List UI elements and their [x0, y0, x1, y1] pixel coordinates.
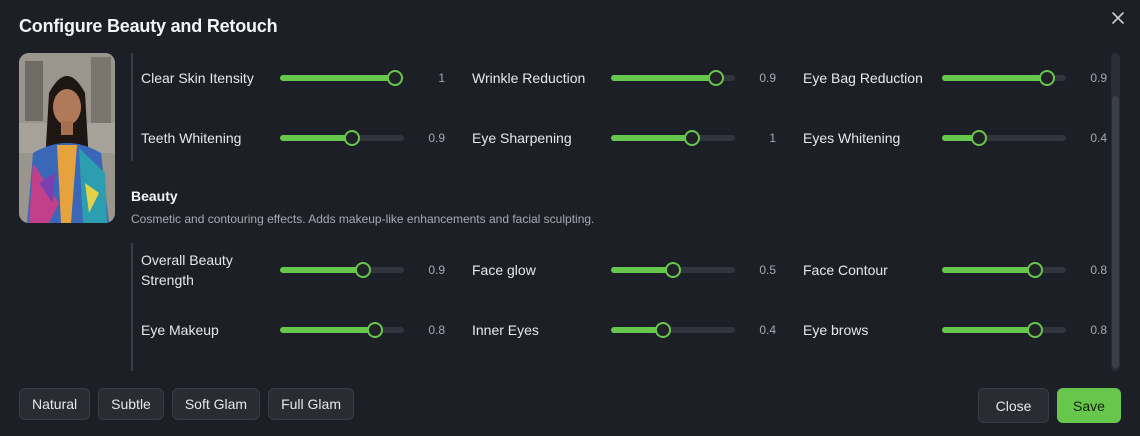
slider-fill [611, 135, 692, 141]
slider-thumb[interactable] [355, 262, 372, 278]
slider-control-eye-bag-reduction: Eye Bag Reduction 0.9 [803, 58, 1107, 98]
slider-thumb[interactable] [343, 130, 360, 146]
slider-track[interactable] [611, 130, 735, 146]
slider-thumb[interactable] [387, 70, 404, 86]
slider-fill [280, 135, 352, 141]
slider-thumb[interactable] [971, 130, 988, 146]
slider-fill [611, 75, 717, 81]
slider-thumb[interactable] [1039, 70, 1056, 86]
slider-label: Inner Eyes [472, 322, 539, 338]
preset-buttons: Natural Subtle Soft Glam Full Glam [19, 388, 354, 420]
slider-fill [942, 327, 1035, 333]
slider-value: 0.9 [759, 71, 776, 85]
close-button[interactable]: Close [978, 388, 1049, 423]
slider-label: Eye Bag Reduction [803, 70, 923, 86]
slider-value: 0.9 [1090, 71, 1107, 85]
portrait-photo [19, 53, 115, 223]
dialog-title: Configure Beauty and Retouch [19, 16, 278, 36]
slider-label: Overall Beauty Strength [141, 252, 233, 288]
slider-control-inner-eyes: Inner Eyes 0.4 [472, 310, 782, 350]
close-icon[interactable] [1110, 10, 1126, 26]
slider-control-eye-sharpening: Eye Sharpening 1 [472, 118, 782, 158]
slider-value: 0.8 [1090, 263, 1107, 277]
slider-track[interactable] [611, 70, 735, 86]
slider-track[interactable] [280, 322, 404, 338]
slider-track[interactable] [280, 130, 404, 146]
slider-label: Eye Sharpening [472, 130, 572, 146]
slider-value: 0.8 [1090, 323, 1107, 337]
slider-value: 0.5 [759, 263, 776, 277]
slider-value: 1 [769, 131, 776, 145]
slider-control-teeth-whitening: Teeth Whitening 0.9 [141, 118, 451, 158]
preset-subtle-button[interactable]: Subtle [98, 388, 164, 420]
slider-label: Face glow [472, 262, 536, 278]
slider-track[interactable] [611, 262, 735, 278]
beauty-section-description: Cosmetic and contouring effects. Adds ma… [131, 212, 595, 226]
slider-control-wrinkle-reduction: Wrinkle Reduction 0.9 [472, 58, 782, 98]
slider-thumb[interactable] [665, 262, 681, 278]
slider-value: 0.8 [428, 323, 445, 337]
slider-control-eye-brows: Eye brows 0.8 [803, 310, 1107, 350]
slider-track[interactable] [280, 70, 404, 86]
slider-value: 1 [438, 71, 445, 85]
slider-track[interactable] [942, 70, 1066, 86]
preset-soft-glam-button[interactable]: Soft Glam [171, 388, 261, 420]
slider-thumb[interactable] [708, 70, 725, 86]
slider-control-eyes-whitening: Eyes Whitening 0.4 [803, 118, 1107, 158]
slider-thumb[interactable] [655, 322, 672, 338]
slider-fill [280, 75, 396, 81]
slider-fill [611, 267, 673, 273]
slider-value: 0.4 [1090, 131, 1107, 145]
slider-label: Eyes Whitening [803, 130, 901, 146]
preset-full-glam-button[interactable]: Full Glam [268, 388, 354, 420]
retouch-group [131, 53, 133, 161]
slider-control-face-contour: Face Contour 0.8 [803, 250, 1107, 290]
slider-control-clear-skin-itensity: Clear Skin Itensity 1 [141, 58, 451, 98]
slider-fill [280, 327, 376, 333]
save-button[interactable]: Save [1057, 388, 1121, 423]
slider-fill [942, 75, 1048, 81]
slider-label: Clear Skin Itensity [141, 70, 254, 86]
scrollbar-thumb[interactable] [1112, 96, 1119, 368]
beauty-group [131, 243, 133, 371]
slider-value: 0.9 [428, 263, 445, 277]
slider-track[interactable] [280, 262, 404, 278]
slider-label: Teeth Whitening [141, 130, 242, 146]
slider-control-face-glow: Face glow 0.5 [472, 250, 782, 290]
slider-thumb[interactable] [1027, 322, 1043, 338]
slider-thumb[interactable] [1027, 262, 1043, 278]
beauty-section-title: Beauty [131, 188, 178, 204]
preset-natural-button[interactable]: Natural [19, 388, 91, 420]
slider-track[interactable] [942, 322, 1066, 338]
slider-thumb[interactable] [367, 322, 384, 338]
slider-label: Eye brows [803, 322, 869, 338]
slider-track[interactable] [942, 262, 1066, 278]
slider-fill [942, 267, 1035, 273]
beauty-retouch-dialog: Configure Beauty and Retouch Clear Skin … [0, 0, 1140, 436]
settings-scroll-area[interactable]: Clear Skin Itensity 1 Wrinkle Reduction 0.9… [131, 53, 1107, 373]
slider-control-eye-makeup: Eye Makeup 0.8 [141, 310, 451, 350]
slider-label: Face Contour [803, 262, 888, 278]
slider-value: 0.9 [428, 131, 445, 145]
slider-thumb[interactable] [683, 130, 700, 146]
slider-label: Wrinkle Reduction [472, 70, 586, 86]
slider-label: Eye Makeup [141, 322, 219, 338]
slider-track[interactable] [611, 322, 735, 338]
slider-value: 0.4 [759, 323, 776, 337]
slider-control-overall-beauty-strength: Overall Beauty Strength 0.9 [141, 250, 451, 290]
slider-fill [280, 267, 364, 273]
slider-track[interactable] [942, 130, 1066, 146]
